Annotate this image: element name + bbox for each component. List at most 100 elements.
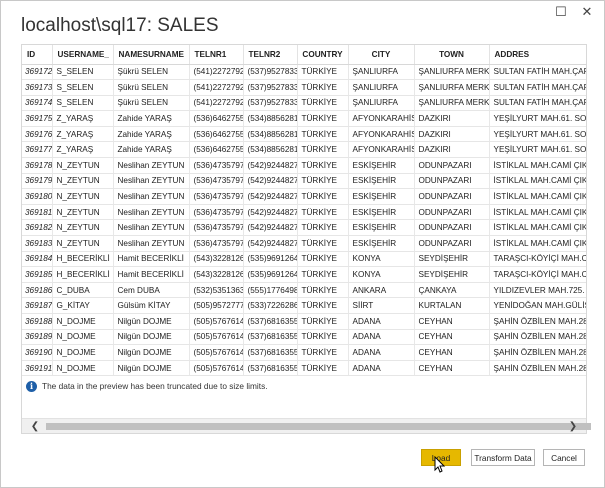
table-cell: ÇANKAYA xyxy=(414,282,490,299)
table-cell: N_ZEYTUN xyxy=(52,188,114,205)
table-cell: (541)2272792 xyxy=(189,95,244,112)
table-cell: 369190 xyxy=(22,344,53,361)
table-row[interactable]: 369186 C_DUBA Cem DUBA (532)5351363 (555)177… xyxy=(22,282,586,299)
table-cell: 369179 xyxy=(22,173,53,190)
table-cell: ŞAHİN ÖZBİLEN MAH.280. S xyxy=(489,329,586,346)
column-header[interactable]: NAMESURNAME xyxy=(113,45,190,65)
table-row[interactable]: 369174 S_SELEN Şükrü SELEN (541)2272792 (537… xyxy=(22,95,586,112)
table-cell: Z_YARAŞ xyxy=(52,141,114,159)
table-cell: TÜRKİYE xyxy=(297,251,349,268)
table-cell: YEŞİLYURT MAH.61. SOKAK xyxy=(489,126,586,143)
column-header[interactable]: TELNR2 xyxy=(243,45,298,65)
column-header[interactable]: TELNR1 xyxy=(189,45,244,65)
table-row[interactable]: 369179 N_ZEYTUN Neslihan ZEYTUN (536)473579… xyxy=(22,173,586,190)
table-cell: (541)2272792 xyxy=(189,79,244,96)
table-cell: (536)4735797 xyxy=(189,188,244,205)
table-cell: (536)4735797 xyxy=(189,157,244,174)
table-row[interactable]: 369191 N_DOJME Nilgün DOJME (505)5767614 (53… xyxy=(22,360,586,377)
table-row[interactable]: 369187 G_KİTAY Gülsüm KİTAY (505)9572777 (53… xyxy=(22,297,586,314)
column-header[interactable]: TOWN xyxy=(414,45,490,65)
table-cell: (542)9244827 xyxy=(243,235,298,252)
table-cell: ADANA xyxy=(348,313,415,330)
table-cell: 369177 xyxy=(22,141,53,159)
table-row[interactable]: 369172 S_SELEN Şükrü SELEN (541)2272792 (537… xyxy=(22,64,586,81)
column-header[interactable]: ADDRES xyxy=(489,45,586,65)
column-header[interactable]: USERNAME_ xyxy=(52,45,114,65)
table-cell: (537)9527833 xyxy=(243,64,298,81)
table-cell: 369183 xyxy=(22,235,53,252)
table-cell: C_DUBA xyxy=(52,282,114,299)
table-cell: ŞAHİN ÖZBİLEN MAH.280. S xyxy=(489,360,586,377)
scroll-right-icon[interactable]: ❯ xyxy=(564,419,582,434)
table-cell: TÜRKİYE xyxy=(297,79,349,96)
table-row[interactable]: 369176 Z_YARAŞ Zahide YARAŞ (536)6462755 (53… xyxy=(22,126,586,143)
table-cell: (543)3228126 xyxy=(189,251,244,268)
table-cell: YILDIZEVLER MAH.725. SOKA xyxy=(489,282,586,299)
table-cell: TÜRKİYE xyxy=(297,157,349,174)
table-cell: (505)5767614 xyxy=(189,344,244,361)
table-row[interactable]: 369189 N_DOJME Nilgün DOJME (505)5767614 (53… xyxy=(22,329,586,346)
table-row[interactable]: 369175 Z_YARAŞ Zahide YARAŞ (536)6462755 (53… xyxy=(22,110,586,127)
table-row[interactable]: 369182 N_ZEYTUN Neslihan ZEYTUN (536)473579… xyxy=(22,219,586,237)
table-cell: ESKİŞEHİR xyxy=(348,173,415,190)
table-cell: Şükrü SELEN xyxy=(113,79,190,96)
table-cell: Nilgün DOJME xyxy=(113,360,190,377)
table-cell: ODUNPAZARI xyxy=(414,188,490,205)
mouse-cursor-icon xyxy=(434,456,446,473)
table-cell: ŞANLIURFA xyxy=(348,95,415,112)
table-cell: İSTİKLAL MAH.CAMİ ÇIKMAZ xyxy=(489,157,586,174)
table-row[interactable]: 369188 N_DOJME Nilgün DOJME (505)5767614 (53… xyxy=(22,313,586,330)
table-cell: SULTAN FATİH MAH.ÇARŞI C xyxy=(489,64,586,81)
table-cell: 369178 xyxy=(22,157,53,174)
table-cell: (505)5767614 xyxy=(189,360,244,377)
scrollbar-thumb[interactable] xyxy=(46,423,591,430)
table-cell: H_BECERİKLİ xyxy=(52,251,114,268)
table-row[interactable]: 369181 N_ZEYTUN Neslihan ZEYTUN (536)473579… xyxy=(22,204,586,221)
table-cell: ESKİŞEHİR xyxy=(348,157,415,174)
table-row[interactable]: 369184 H_BECERİKLİ Hamit BECERİKLİ (543)322… xyxy=(22,251,586,268)
table-cell: CEYHAN xyxy=(414,344,490,361)
table-row[interactable]: 369177 Z_YARAŞ Zahide YARAŞ (536)6462755 (53… xyxy=(22,141,586,159)
table-row[interactable]: 369173 S_SELEN Şükrü SELEN (541)2272792 (537… xyxy=(22,79,586,96)
column-header[interactable]: COUNTRY xyxy=(297,45,349,65)
table-cell: (542)9244827 xyxy=(243,188,298,205)
truncation-message: The data in the preview has been truncat… xyxy=(42,381,268,391)
table-cell: 369187 xyxy=(22,297,53,314)
table-row[interactable]: 369185 H_BECERİKLİ Hamit BECERİKLİ (543)322… xyxy=(22,266,586,283)
table-cell: Şükrü SELEN xyxy=(113,95,190,112)
table-row[interactable]: 369178 N_ZEYTUN Neslihan ZEYTUN (536)473579… xyxy=(22,157,586,174)
table-row[interactable]: 369190 N_DOJME Nilgün DOJME (505)5767614 (53… xyxy=(22,344,586,361)
table-cell: İSTİKLAL MAH.CAMİ ÇIKMAZ xyxy=(489,204,586,221)
table-cell: (542)9244827 xyxy=(243,157,298,174)
table-cell: (505)5767614 xyxy=(189,313,244,330)
table-cell: CEYHAN xyxy=(414,360,490,377)
table-cell: ESKİŞEHİR xyxy=(348,219,415,237)
table-cell: SEYDİŞEHİR xyxy=(414,251,490,268)
table-cell: (541)2272792 xyxy=(189,64,244,81)
table-cell: Nilgün DOJME xyxy=(113,313,190,330)
info-icon: i xyxy=(26,380,37,392)
table-cell: (542)9244827 xyxy=(243,173,298,190)
horizontal-scrollbar[interactable]: ❮ ❯ xyxy=(22,418,591,434)
cancel-button[interactable]: Cancel xyxy=(543,449,585,466)
table-cell: 369185 xyxy=(22,266,53,283)
close-icon[interactable]: ✕ xyxy=(576,3,598,21)
table-body: 369172 S_SELEN Şükrü SELEN (541)2272792 (537… xyxy=(22,64,586,377)
table-cell: AFYONKARAHİSAR xyxy=(348,110,415,127)
table-cell: 369174 xyxy=(22,95,53,112)
table-row[interactable]: 369180 N_ZEYTUN Neslihan ZEYTUN (536)473579… xyxy=(22,188,586,205)
table-cell: ŞANLIURFA MERKEZ xyxy=(414,95,490,112)
table-cell: TÜRKİYE xyxy=(297,204,349,221)
table-cell: AFYONKARAHİSAR xyxy=(348,126,415,143)
column-header[interactable]: ID xyxy=(22,45,53,65)
transform-data-button[interactable]: Transform Data xyxy=(471,449,535,466)
scroll-left-icon[interactable]: ❮ xyxy=(26,419,44,434)
table-row[interactable]: 369183 N_ZEYTUN Neslihan ZEYTUN (536)473579… xyxy=(22,235,586,252)
maximize-icon[interactable]: ☐ xyxy=(550,3,572,21)
column-header[interactable]: CITY xyxy=(348,45,415,65)
table-cell: DAZKIRI xyxy=(414,126,490,143)
table-cell: TÜRKİYE xyxy=(297,344,349,361)
table-cell: (536)4735797 xyxy=(189,219,244,237)
table-cell: Neslihan ZEYTUN xyxy=(113,204,190,221)
table-cell: YENİDOĞAN MAH.GÜLİSTAN xyxy=(489,297,586,314)
